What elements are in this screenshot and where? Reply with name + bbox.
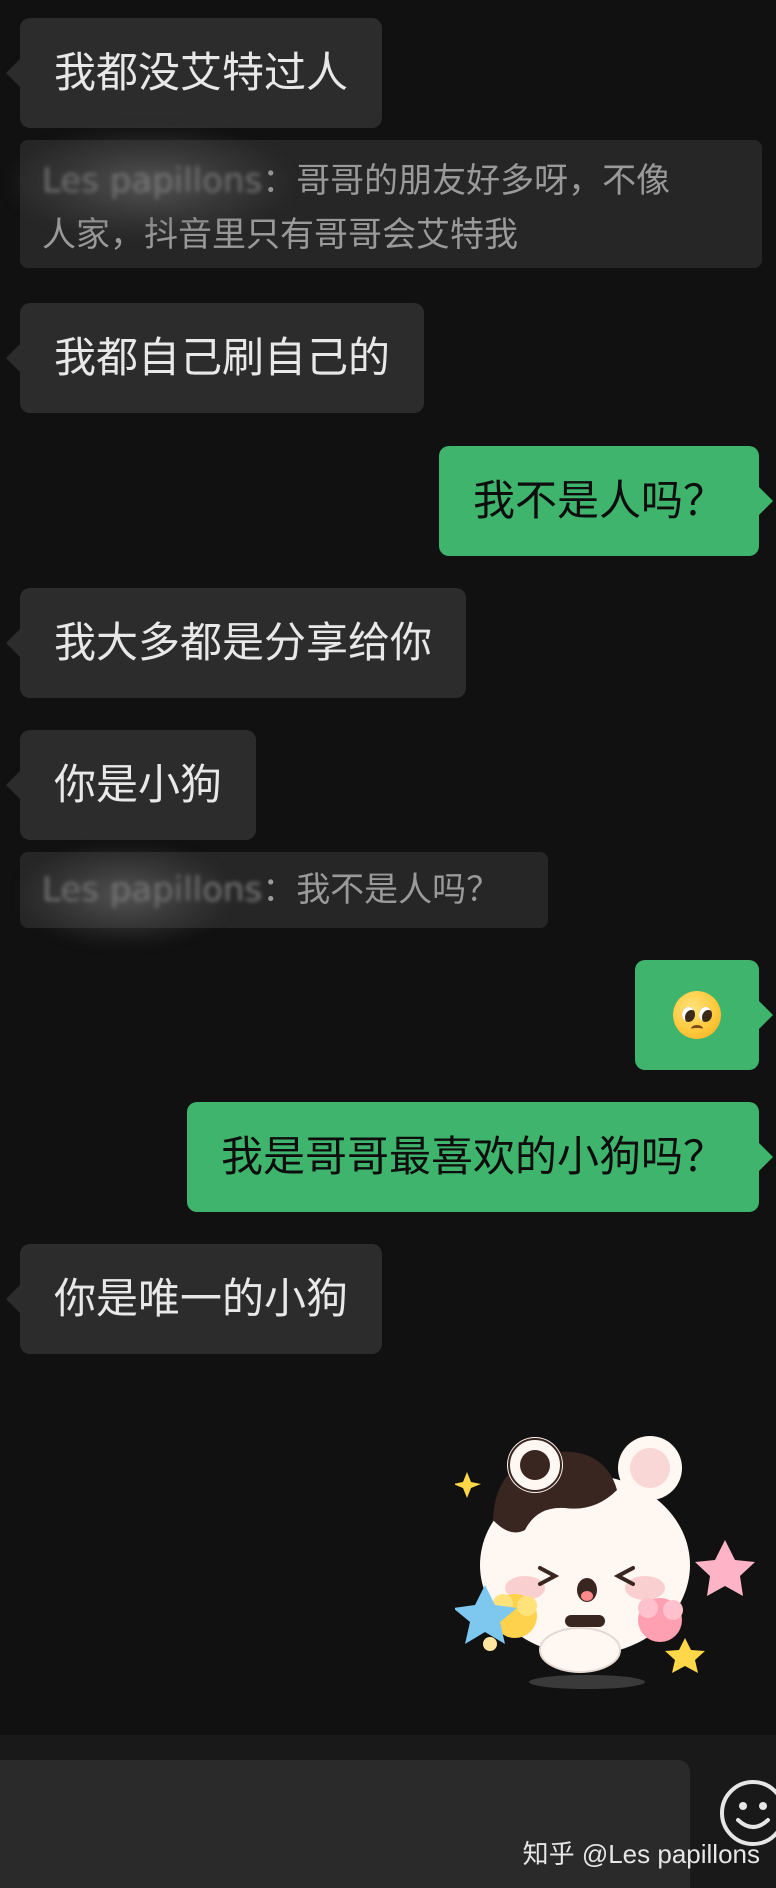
- pleading-face-icon: [673, 991, 721, 1039]
- quoted-message-line: Les papillons：哥哥的朋友好多呀，不像: [42, 154, 740, 208]
- incoming-message[interactable]: 我都没艾特过人: [5, 18, 383, 128]
- incoming-message[interactable]: 你是小狗: [5, 730, 257, 840]
- quoted-message[interactable]: Les papillons：我不是人吗？: [20, 852, 548, 928]
- incoming-message[interactable]: 我大多都是分享给你: [5, 588, 467, 698]
- quote-text-line-1: 哥哥的朋友好多呀，不像: [296, 161, 671, 201]
- outgoing-message[interactable]: 我不是人吗？: [438, 446, 774, 556]
- quote-separator: ：: [262, 161, 297, 201]
- incoming-message[interactable]: 我都自己刷自己的: [5, 303, 425, 413]
- emoji-eye: [699, 1007, 712, 1022]
- cow-bear-icon: [453, 1436, 755, 1689]
- quote-sender: Les papillons: [42, 161, 263, 201]
- emoji-eye: [682, 1007, 695, 1022]
- cow-bear-sticker[interactable]: [453, 1420, 755, 1690]
- quote-separator: ：: [262, 870, 297, 910]
- outgoing-message[interactable]: 我是哥哥最喜欢的小狗吗？: [186, 1102, 774, 1212]
- quoted-message[interactable]: Les papillons：哥哥的朋友好多呀，不像 人家，抖音里只有哥哥会艾特我: [20, 140, 762, 268]
- emoji-mouth: [691, 1025, 703, 1033]
- chat-screen: 我都没艾特过人 Les papillons：哥哥的朋友好多呀，不像 人家，抖音里…: [0, 0, 776, 1888]
- quote-text-line-2: 人家，抖音里只有哥哥会艾特我: [42, 215, 518, 255]
- watermark: 知乎 @Les papillons: [522, 1839, 760, 1869]
- outgoing-emoji-message[interactable]: [635, 960, 773, 1070]
- quote-sender: Les papillons: [42, 870, 263, 910]
- incoming-message[interactable]: 你是唯一的小狗: [5, 1244, 383, 1354]
- quote-text: 我不是人吗？: [296, 870, 501, 910]
